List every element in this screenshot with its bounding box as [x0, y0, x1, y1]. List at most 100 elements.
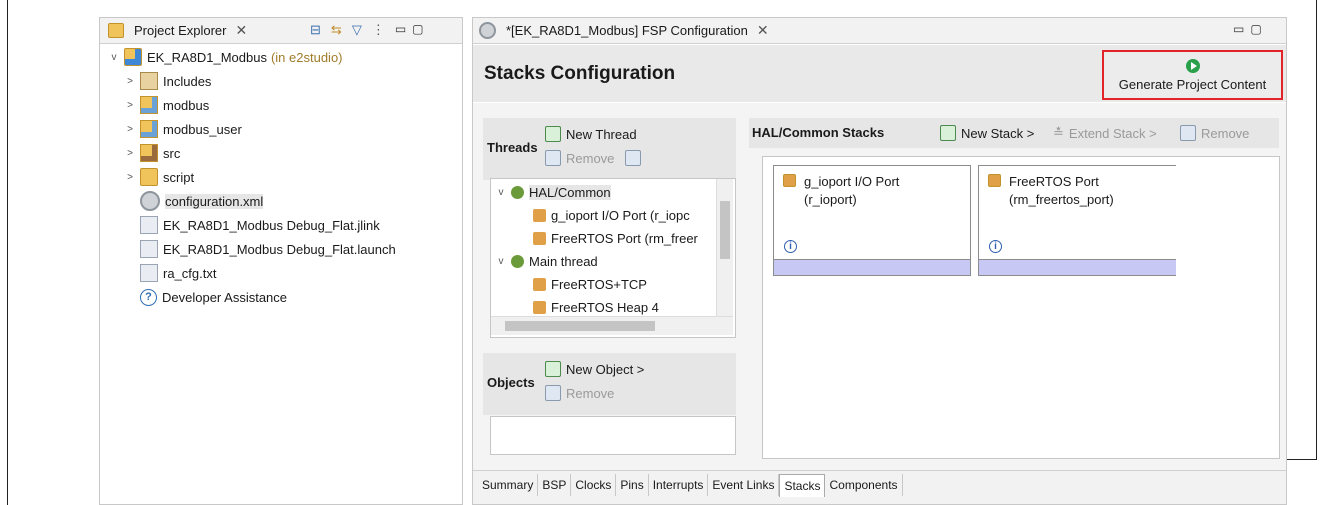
bottom-tab[interactable]: Stacks: [779, 474, 826, 497]
close-icon[interactable]: ✕: [757, 22, 769, 39]
project-tree-item-label: modbus_user: [163, 121, 242, 137]
stack-card-band: [774, 259, 970, 275]
project-tree-item[interactable]: > src: [124, 141, 458, 165]
close-icon[interactable]: ✕: [235, 22, 247, 39]
info-icon[interactable]: i: [989, 240, 1002, 253]
add-icon: [940, 125, 956, 141]
project-tree-item[interactable]: EK_RA8D1_Modbus Debug_Flat.jlink: [124, 213, 458, 237]
thread-tree-item[interactable]: FreeRTOS Port (rm_freer: [495, 227, 713, 250]
thread-tree-item[interactable]: v Main thread: [495, 250, 713, 273]
filter-icon[interactable]: ▽: [352, 22, 362, 38]
project-tree-item[interactable]: ? Developer Assistance: [124, 285, 458, 309]
stack-card-freertos-port[interactable]: FreeRTOS Port (rm_freertos_port) i: [978, 165, 1176, 276]
chevron-right-icon[interactable]: >: [124, 76, 136, 87]
generate-project-content-button[interactable]: Generate Project Content: [1102, 50, 1283, 100]
module-icon: [988, 174, 1001, 187]
new-stack-button[interactable]: New Stack >: [940, 125, 1034, 141]
link-editor-icon[interactable]: ⇆: [331, 22, 342, 38]
collapse-all-icon[interactable]: ⊟: [310, 22, 321, 38]
chevron-right-icon[interactable]: >: [124, 172, 136, 183]
chevron-down-icon[interactable]: v: [495, 256, 507, 267]
bottom-tab[interactable]: Clocks: [571, 474, 617, 496]
stack-card-title: FreeRTOS Port: [1009, 174, 1099, 189]
thread-tree-list: v HAL/Common g_ioport I/O Port (r_iopc Free…: [495, 181, 713, 316]
source-folder-icon: [140, 120, 158, 138]
bottom-tab[interactable]: BSP: [538, 474, 572, 496]
hal-stacks-header: HAL/Common Stacks New Stack > ≛ Extend S…: [749, 118, 1279, 148]
explorer-toolbar: ⊟ ⇆ ▽ ⋮ ▭▢: [310, 22, 430, 38]
project-tree-item[interactable]: ra_cfg.txt: [124, 261, 458, 285]
stacks-canvas: g_ioport I/O Port (r_ioport) i FreeRTOS …: [762, 156, 1280, 459]
project-explorer-tab-label: Project Explorer: [134, 23, 227, 38]
file-icon: [140, 216, 158, 234]
bottom-tab[interactable]: Event Links: [708, 474, 780, 496]
threads-tree: v HAL/Common g_ioport I/O Port (r_iopc Free…: [490, 178, 736, 338]
info-icon[interactable]: i: [784, 240, 797, 253]
objects-list[interactable]: [490, 416, 736, 455]
horizontal-scrollbar[interactable]: [491, 316, 733, 335]
stack-card-ioport[interactable]: g_ioport I/O Port (r_ioport) i: [773, 165, 971, 276]
project-tree-item[interactable]: > modbus_user: [124, 117, 458, 141]
bottom-tab[interactable]: Summary: [478, 474, 539, 496]
remove-stack-button[interactable]: Remove: [1180, 125, 1249, 141]
stack-card-subtitle: (rm_freertos_port): [1009, 192, 1114, 207]
bottom-tab-bar: Summary BSP Clocks Pins Interrupts Event Link…: [473, 470, 1286, 504]
thread-tree-item[interactable]: g_ioport I/O Port (r_iopc: [495, 204, 713, 227]
objects-label: Objects: [487, 375, 535, 390]
extend-stack-button[interactable]: ≛ Extend Stack >: [1053, 125, 1157, 141]
project-tree-item[interactable]: > Includes: [124, 69, 458, 93]
minimize-maximize-icons[interactable]: ▭▢: [1233, 22, 1268, 36]
threads-label: Threads: [487, 140, 538, 155]
frame-right-border: [1316, 0, 1317, 460]
bottom-tab[interactable]: Interrupts: [649, 474, 709, 496]
new-thread-button[interactable]: New Thread: [545, 126, 637, 142]
project-tree-item[interactable]: configuration.xml: [124, 189, 458, 213]
minimize-maximize-icons[interactable]: ▭▢: [395, 22, 430, 38]
chevron-right-icon[interactable]: >: [124, 124, 136, 135]
chevron-right-icon[interactable]: >: [124, 148, 136, 159]
scrollbar-thumb[interactable]: [505, 321, 655, 331]
project-tree-item[interactable]: EK_RA8D1_Modbus Debug_Flat.launch: [124, 237, 458, 261]
thread-tree-item[interactable]: v HAL/Common: [495, 181, 713, 204]
thread-tree-item-label: Main thread: [529, 254, 598, 269]
bottom-tab[interactable]: Pins: [616, 474, 649, 496]
remove-icon: [545, 150, 561, 166]
project-tree-item[interactable]: > modbus: [124, 93, 458, 117]
src-folder-icon: [140, 144, 158, 162]
remove-icon: [1180, 125, 1196, 141]
project-tree-item-label: src: [163, 145, 181, 161]
chevron-down-icon[interactable]: v: [108, 52, 120, 63]
new-object-button[interactable]: New Object >: [545, 361, 644, 377]
fsp-configuration-tab[interactable]: *[EK_RA8D1_Modbus] FSP Configuration ✕: [479, 22, 769, 39]
project-tree-item[interactable]: > script: [124, 165, 458, 189]
bottom-tab[interactable]: Components: [825, 474, 903, 496]
remove-stack-label: Remove: [1201, 125, 1250, 141]
chevron-right-icon[interactable]: >: [124, 100, 136, 111]
collapse-icon[interactable]: [625, 150, 642, 166]
thread-tree-item[interactable]: FreeRTOS Heap 4: [495, 296, 713, 316]
view-menu-icon[interactable]: ⋮: [372, 22, 385, 38]
thread-tree-item[interactable]: FreeRTOS+TCP: [495, 273, 713, 296]
hal-stacks-label: HAL/Common Stacks: [752, 125, 885, 140]
text-file-icon: [140, 264, 158, 282]
remove-object-button[interactable]: Remove: [545, 385, 614, 401]
new-object-label: New Object >: [566, 361, 645, 377]
page-title: Stacks Configuration: [484, 63, 676, 84]
scrollbar-thumb[interactable]: [720, 201, 730, 259]
editor-tab-label: *[EK_RA8D1_Modbus] FSP Configuration: [506, 23, 748, 38]
project-explorer-tab[interactable]: Project Explorer ✕: [108, 22, 247, 39]
launch-file-icon: [140, 240, 158, 258]
editor-header: *[EK_RA8D1_Modbus] FSP Configuration ✕ ▭…: [473, 18, 1286, 44]
project-tree-item-label: ra_cfg.txt: [163, 265, 217, 281]
project-explorer-panel: Project Explorer ✕ ⊟ ⇆ ▽ ⋮ ▭▢ v EK_RA8D1…: [99, 17, 463, 505]
project-tree: v EK_RA8D1_Modbus (in e2studio) > Include…: [108, 45, 458, 309]
thread-tree-item-label: HAL/Common: [529, 185, 611, 200]
project-root-row[interactable]: v EK_RA8D1_Modbus (in e2studio): [108, 45, 458, 69]
remove-thread-button[interactable]: Remove: [545, 150, 642, 166]
project-tree-item-label: configuration.xml: [165, 193, 264, 209]
remove-object-label: Remove: [566, 385, 615, 401]
vertical-scrollbar[interactable]: [716, 179, 733, 316]
chevron-down-icon[interactable]: v: [495, 187, 507, 198]
project-tree-item-label: modbus: [163, 97, 210, 113]
source-folder-icon: [140, 96, 158, 114]
